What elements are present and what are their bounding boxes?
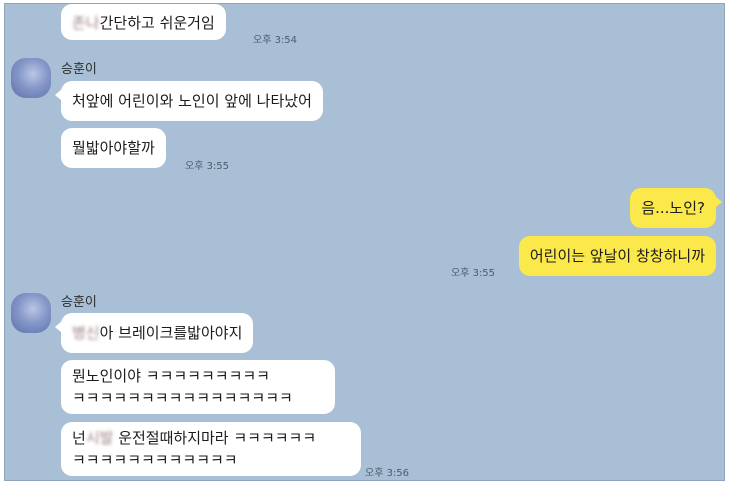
message-bubble[interactable]: 처앞에 어린이와 노인이 앞에 나타났어 <box>55 81 323 121</box>
sender-name: 승훈이 <box>61 62 97 77</box>
message-time: 오후 3:55 <box>451 268 496 279</box>
my-message-bubble[interactable]: 음...노인? <box>630 188 722 228</box>
message-bubble[interactable]: 뭔노인이야 ㅋㅋㅋㅋㅋㅋㅋㅋㅋ ㅋㅋㅋㅋㅋㅋㅋㅋㅋㅋㅋㅋㅋㅋㅋㅋ <box>61 360 335 414</box>
censored-text: 시발 <box>85 429 114 447</box>
message-time: 오후 3:54 <box>253 35 298 46</box>
censored-text: 병신 <box>72 324 100 342</box>
sender-name: 승훈이 <box>61 295 97 310</box>
message-time: 오후 3:56 <box>365 468 410 479</box>
avatar[interactable] <box>11 293 51 333</box>
message-bubble[interactable]: 존나간단하고 쉬운거임 <box>61 4 226 40</box>
my-message-bubble[interactable]: 어린이는 앞날이 창창하니까 <box>518 236 716 276</box>
message-bubble[interactable]: 병신아 브레이크를밟아야지 <box>54 313 254 353</box>
message-time: 오후 3:55 <box>185 161 230 172</box>
message-bubble[interactable]: 뭘밟아야할까 <box>61 128 166 168</box>
avatar[interactable] <box>11 58 51 98</box>
chat-window: 존나간단하고 쉬운거임 오후 3:54 승훈이 처앞에 어린이와 노인이 앞에 … <box>4 3 725 481</box>
message-bubble[interactable]: 넌시발 운전절때하지마라 ㅋㅋㅋㅋㅋㅋ ㅋㅋㅋㅋㅋㅋㅋㅋㅋㅋㅋㅋ <box>61 422 361 476</box>
censored-text: 존나 <box>72 14 100 32</box>
